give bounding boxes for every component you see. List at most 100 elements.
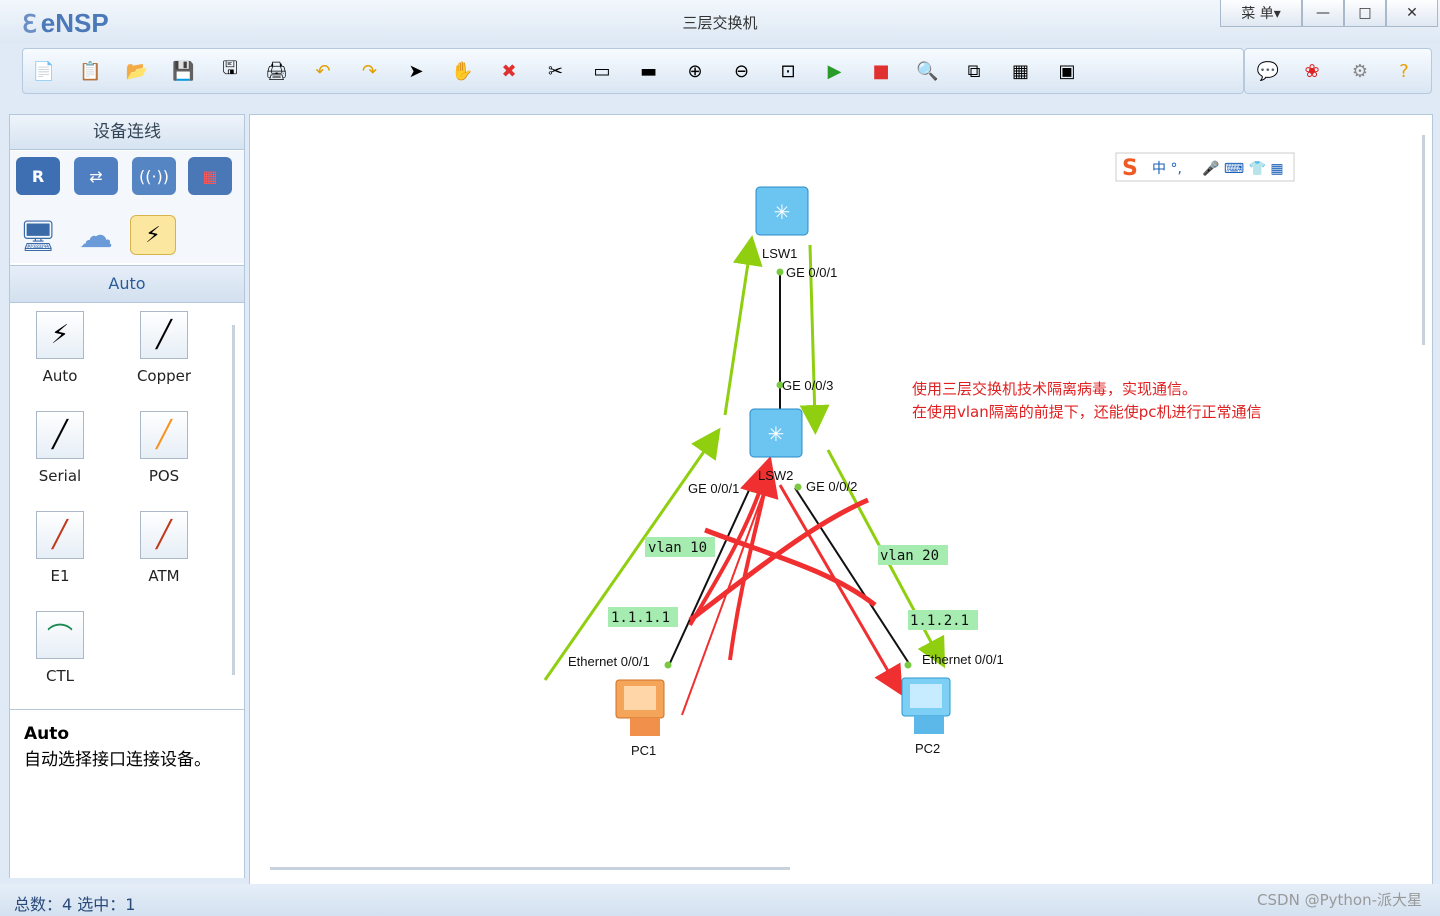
status-bar: 总数：4 选中：1 CSDN @Python-派大星 (0, 884, 1440, 916)
cable-pos[interactable]: ╱ POS (124, 411, 204, 485)
new-topo-icon[interactable]: 📄 (31, 58, 57, 84)
cable-atm[interactable]: ╱ ATM (124, 511, 204, 585)
port-dot (664, 661, 672, 669)
minimize-button[interactable]: — (1302, 0, 1344, 27)
menu-button[interactable]: 菜 单▾ (1220, 0, 1302, 27)
switch-icon[interactable]: ⇄ (74, 157, 118, 195)
port-dot (794, 483, 802, 491)
green-arrow (543, 427, 721, 681)
annotation-line1: 使用三层交换机技术隔离病毒，实现通信。 (912, 380, 1197, 398)
save-icon[interactable]: 💾 (171, 58, 197, 84)
port-label: GE 0/0/1 (786, 265, 837, 280)
delete-icon[interactable]: ✖ (496, 58, 522, 84)
ip1-text: 1.1.1.1 (611, 610, 670, 626)
pc-icon[interactable]: 🖥 (16, 217, 60, 255)
device-category-grid: R ⇄ ((·)) ▦ 🖥 ☁ ⚡ (10, 151, 244, 263)
start-icon[interactable]: ▶ (822, 58, 848, 84)
horizontal-scrollbar (270, 867, 790, 870)
cable-pos-icon: ╱ (140, 411, 188, 459)
cable-copper-icon: ╱ (140, 311, 188, 359)
secondary-toolbar: 💬 ❀ ⚙ ? (1244, 48, 1432, 94)
cable-atm-icon: ╱ (140, 511, 188, 559)
panel-title: 设备连线 (10, 115, 244, 150)
help-icon[interactable]: ? (1391, 58, 1417, 84)
maximize-button[interactable]: □ (1344, 0, 1386, 27)
port-label: Ethernet 0/0/1 (922, 652, 1004, 667)
port-label: GE 0/0/2 (806, 479, 857, 494)
fit-icon[interactable]: ⊡ (775, 58, 801, 84)
zoom-in-icon[interactable]: ⊕ (682, 58, 708, 84)
port-dot (749, 485, 757, 493)
cloud-icon[interactable]: ☁ (74, 216, 118, 256)
open-icon[interactable]: 📂 (124, 58, 150, 84)
cable-label: Auto (42, 367, 78, 385)
cable-auto-icon: ⚡ (36, 311, 84, 359)
zoom-out-icon[interactable]: ⊖ (729, 58, 755, 84)
pc1-device (615, 679, 665, 736)
ime-text: 中 °, (1152, 161, 1182, 177)
cable-label: ATM (148, 567, 180, 585)
print-icon[interactable]: 🖨 (264, 58, 290, 84)
title-bar: ℇeNSP 三层交换机 菜 单▾ — □ ✕ (0, 0, 1440, 44)
green-arrow (723, 235, 763, 416)
cable-ctl-icon: ⌒ (36, 611, 84, 659)
vlan20-text: vlan 20 (880, 548, 939, 564)
cable-copper[interactable]: ╱ Copper (124, 311, 204, 385)
ime-logo-icon: S (1122, 156, 1138, 181)
watermark: CSDN @Python-派大星 (1257, 891, 1422, 909)
console-icon[interactable]: ▣ (1054, 58, 1080, 84)
stop-icon[interactable]: ■ (868, 58, 894, 84)
delete-links-icon[interactable]: ✂ (543, 58, 569, 84)
cable-auto[interactable]: ⚡ Auto (20, 311, 100, 385)
cable-e1[interactable]: ╱ E1 (20, 511, 100, 585)
grid-icon[interactable]: ▦ (1008, 58, 1034, 84)
cable-icon[interactable]: ⚡ (130, 215, 176, 255)
lsw2-device: ✳ (749, 408, 803, 458)
desc-text: 自动选择接口连接设备。 (24, 750, 211, 770)
rectangle-icon[interactable]: ▬ (636, 58, 662, 84)
firewall-icon[interactable]: ▦ (188, 157, 232, 195)
category-header: Auto (10, 265, 244, 303)
select-icon[interactable]: ➤ (403, 58, 429, 84)
annotation-line2: 在使用vlan隔离的前提下，还能使pc机进行正常通信 (912, 403, 1262, 421)
ip2-text: 1.1.2.1 (910, 613, 969, 629)
port-dot (904, 661, 912, 669)
cable-label: POS (148, 467, 180, 485)
svg-text:✳: ✳ (774, 200, 791, 224)
topology-canvas[interactable]: vlan 10 vlan 20 1.1.1.1 1.1.2.1 GE 0/0/1… (249, 114, 1433, 886)
cable-label: CTL (46, 667, 74, 685)
red-stroke (704, 527, 877, 607)
lsw2-label: LSW2 (758, 468, 793, 483)
main-toolbar: 📄 📋 📂 💾 🖫 🖨 ↶ ↷ ➤ ✋ ✖ ✂ ▭ ▬ ⊕ ⊖ ⊡ ▶ ■ 🔍 ⧉ ▦ ▣ (22, 48, 1244, 94)
topology-icon[interactable]: ⧉ (961, 58, 987, 84)
lsw1-device: ✳ (755, 186, 809, 236)
port-label: Ethernet 0/0/1 (568, 654, 650, 669)
text-icon[interactable]: ▭ (589, 58, 615, 84)
huawei-icon[interactable]: ❀ (1299, 58, 1325, 84)
cable-serial[interactable]: ╱ Serial (20, 411, 100, 485)
save-as-icon[interactable]: 🖫 (217, 58, 243, 84)
undo-icon[interactable]: ↶ (310, 58, 336, 84)
device-panel: 设备连线 R ⇄ ((·)) ▦ 🖥 ☁ ⚡ Auto ⚡ Auto ╱ Copper… (9, 114, 245, 878)
pan-icon[interactable]: ✋ (450, 58, 476, 84)
new-example-icon[interactable]: 📋 (78, 58, 104, 84)
vlan10-text: vlan 10 (648, 540, 707, 556)
chat-icon[interactable]: 💬 (1255, 58, 1281, 84)
capture-icon[interactable]: 🔍 (915, 58, 941, 84)
status-text: 总数：4 选中：1 (14, 895, 136, 914)
wireless-icon[interactable]: ((·)) (132, 157, 176, 195)
cable-ctl[interactable]: ⌒ CTL (20, 611, 100, 685)
svg-text:✳: ✳ (768, 422, 785, 446)
port-label: GE 0/0/3 (782, 378, 833, 393)
settings-icon[interactable]: ⚙ (1347, 58, 1373, 84)
cable-label: Copper (136, 367, 192, 385)
cable-label: E1 (50, 567, 70, 585)
description-box: Auto 自动选择接口连接设备。 (10, 709, 244, 878)
panel-scrollbar[interactable] (232, 325, 235, 675)
cable-label: Serial (38, 467, 82, 485)
redo-icon[interactable]: ↷ (357, 58, 383, 84)
close-button[interactable]: ✕ (1386, 0, 1438, 27)
ime-tools-icon: 🎤 ⌨ 👕 ▦ (1202, 159, 1284, 177)
cable-e1-icon: ╱ (36, 511, 84, 559)
router-icon[interactable]: R (16, 157, 60, 195)
